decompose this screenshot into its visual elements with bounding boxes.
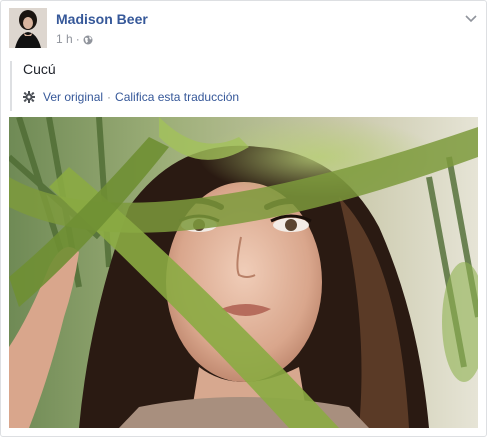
post-timestamp[interactable]: 1 h bbox=[56, 32, 73, 46]
meta-separator: · bbox=[75, 32, 80, 46]
translation-separator: · bbox=[107, 90, 112, 104]
rate-translation-link[interactable]: Califica esta traducción bbox=[115, 90, 239, 104]
photo-image bbox=[9, 117, 478, 428]
quote-bar bbox=[10, 61, 12, 111]
avatar-image bbox=[9, 8, 47, 48]
post-meta: 1 h · bbox=[56, 32, 93, 46]
globe-icon[interactable] bbox=[83, 34, 93, 45]
post-card: Madison Beer 1 h · Cucú Ver original · C… bbox=[0, 0, 487, 437]
author-avatar[interactable] bbox=[9, 8, 47, 48]
post-photo[interactable] bbox=[9, 117, 478, 428]
author-name[interactable]: Madison Beer bbox=[56, 11, 148, 27]
chevron-down-icon[interactable] bbox=[464, 11, 478, 23]
post-text: Cucú bbox=[23, 61, 56, 77]
see-original-link[interactable]: Ver original bbox=[43, 90, 103, 104]
translation-row: Ver original · Califica esta traducción bbox=[23, 90, 239, 104]
gear-icon[interactable] bbox=[23, 91, 35, 103]
